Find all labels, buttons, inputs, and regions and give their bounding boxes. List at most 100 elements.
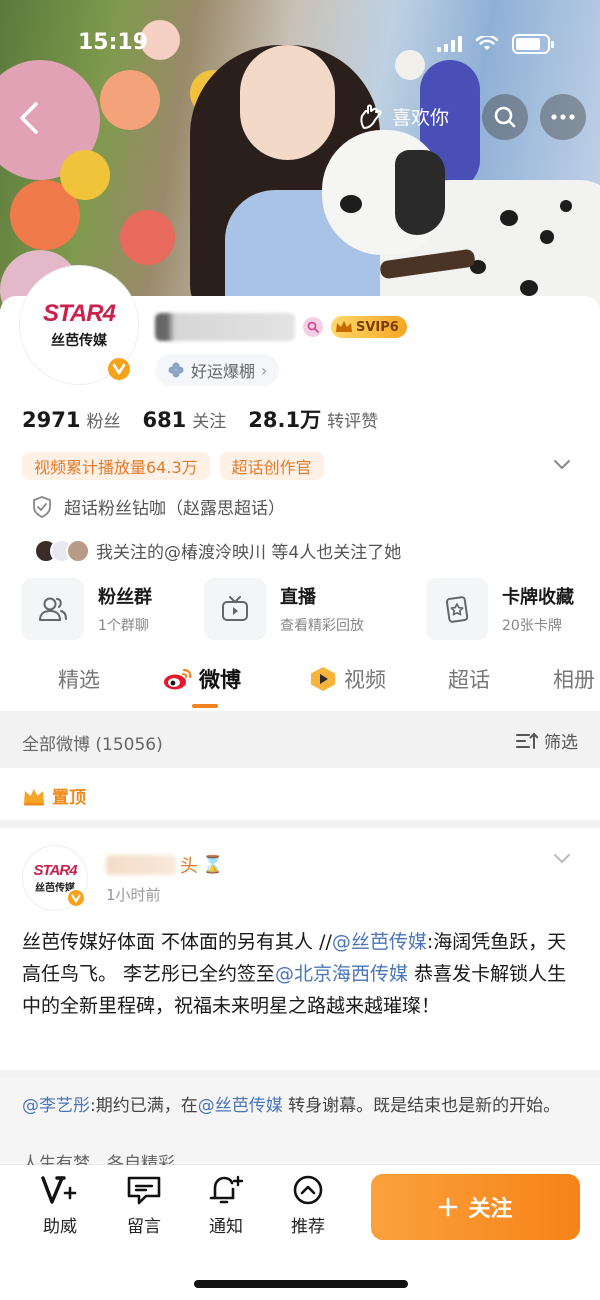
feature-card-collection[interactable]: 卡牌收藏 20张卡牌 [426,578,574,640]
follow-label: 关注 [468,1197,513,1222]
pinned-label: 置顶 [52,788,86,808]
verified-icon [66,888,86,908]
mutual-avatars [34,538,90,563]
hourglass-icon: ⌛ [202,855,224,875]
shield-icon [33,495,51,518]
tag-video-plays[interactable]: 视频累计播放量64.3万 [22,452,210,480]
active-tab-indicator [192,704,218,708]
bell-plus-icon [209,1175,244,1204]
svip-label: SVIP6 [356,319,399,335]
plus-icon [439,1197,458,1217]
battery-icon [512,34,554,54]
like-you-button[interactable]: 喜欢你 [358,96,449,136]
tab-album[interactable]: 相册 [553,664,595,694]
post-timestamp: 1小时前 [106,886,161,904]
feature-fan-group[interactable]: 粉丝群 1个群聊 [22,578,152,640]
tv-icon [222,596,248,621]
post-author-visible: 头 [180,856,198,877]
avatar-logo-sub: 丝芭传媒 [51,333,107,349]
like-you-label: 喜欢你 [392,106,450,129]
post-author-name[interactable]: 头 ⌛ [106,852,223,878]
message-button[interactable]: 留言 [112,1174,176,1237]
feature-live[interactable]: 直播 查看精彩回放 [204,578,364,640]
tab-weibo[interactable]: 微博 [163,664,241,694]
wifi-icon [476,36,498,50]
mention-link[interactable]: @丝芭传媒 [332,931,427,953]
notify-button[interactable]: 通知 [194,1174,258,1237]
status-time: 15:19 [78,30,149,55]
stat-label: 粉丝 [86,412,121,432]
profile-tags: 视频累计播放量64.3万 超话创作官 [22,452,324,480]
profile-tabs: 精选 微博 视频 超话 相册 [0,660,600,710]
mutual-follow-row[interactable]: 我关注的@椿渡泠映川 等4人也关注了她 [34,538,401,563]
feature-subtitle: 20张卡牌 [502,618,562,634]
stat-value: 681 [142,408,187,432]
name-search-icon[interactable] [303,317,323,337]
stat-following[interactable]: 681 关注 [142,407,226,432]
superfan-label: 超话粉丝钻咖（赵露思超话） [64,499,285,519]
tab-label: 微博 [199,668,241,692]
bottom-label: 推荐 [291,1217,325,1237]
bottom-label: 通知 [209,1217,243,1237]
stat-label: 关注 [192,412,227,432]
cheer-button[interactable]: 助威 [28,1174,92,1237]
chevron-down-icon[interactable] [552,852,572,866]
bottom-label: 助威 [43,1217,77,1237]
profile-name-row: SVIP6 [155,313,407,341]
filter-button[interactable]: 筛选 [516,728,578,753]
v-plus-icon [41,1176,77,1204]
tab-video[interactable]: 视频 [308,664,386,694]
crown-icon [336,321,352,332]
bottom-label: 留言 [127,1217,161,1237]
tab-featured[interactable]: 精选 [58,664,100,694]
post-text: 丝芭传媒好体面 不体面的另有其人 // [22,931,332,953]
filter-icon [516,732,538,749]
mention-link[interactable]: @丝芭传媒 [198,1096,283,1116]
profile-name-blurred [155,313,295,341]
stat-fans[interactable]: 2971 粉丝 [22,407,120,432]
repost-text: @李艺彤:期约已满，在@丝芭传媒 转身谢幕。既是结束也是新的开始。 [22,1091,578,1121]
status-icons [437,34,554,54]
chevron-right-icon: › [261,360,268,380]
card-star-icon [445,596,469,623]
tag-supertopic-creator[interactable]: 超话创作官 [219,452,324,480]
search-button[interactable] [482,94,528,140]
superfan-row[interactable]: 超话粉丝钻咖（赵露思超话） [32,494,285,519]
stat-value: 28.1万 [248,408,322,432]
more-button[interactable] [540,94,586,140]
recommend-button[interactable]: 推荐 [276,1174,340,1237]
verified-icon [106,356,132,382]
post-body: 丝芭传媒好体面 不体面的另有其人 //@丝芭传媒:海阔凭鱼跃，天高任鸟飞。 李艺… [22,926,578,1022]
stat-label: 转评赞 [327,412,379,432]
profile-stats: 2971 粉丝 681 关注 28.1万 转评赞 [22,404,400,434]
lucky-label: 好运爆棚 [191,362,256,381]
repost-segment: :期约已满，在 [90,1096,198,1116]
post-author-blurred [106,855,176,875]
tab-label: 超话 [448,668,490,692]
lucky-status-pill[interactable]: 好运爆棚 › [155,354,280,386]
search-icon [494,106,516,128]
mutual-follow-label: 我关注的@椿渡泠映川 等4人也关注了她 [96,543,402,563]
feature-subtitle: 1个群聊 [98,618,149,634]
clover-icon [168,362,184,378]
follow-button[interactable]: 关注 [371,1174,580,1240]
home-indicator[interactable] [194,1280,408,1288]
avatar-logo: STAR4 [43,300,116,327]
crown-icon [24,788,44,805]
video-icon [311,667,335,691]
tab-label: 视频 [344,668,386,692]
chevron-down-icon[interactable] [552,458,572,472]
weibo-icon [164,668,192,690]
avatar [66,538,90,563]
mention-link[interactable]: @北京海西传媒 [275,963,408,985]
feature-title: 直播 [280,587,316,608]
back-icon[interactable] [14,98,44,138]
feature-subtitle: 查看精彩回放 [280,618,364,634]
tab-supertopic[interactable]: 超话 [448,664,490,694]
pinned-header [0,768,600,820]
stat-engagement[interactable]: 28.1万 转评赞 [248,404,378,434]
people-icon [39,597,67,621]
svip-badge[interactable]: SVIP6 [331,316,407,338]
mention-link[interactable]: @李艺彤 [22,1096,90,1116]
pinned-badge: 置顶 [22,783,86,808]
